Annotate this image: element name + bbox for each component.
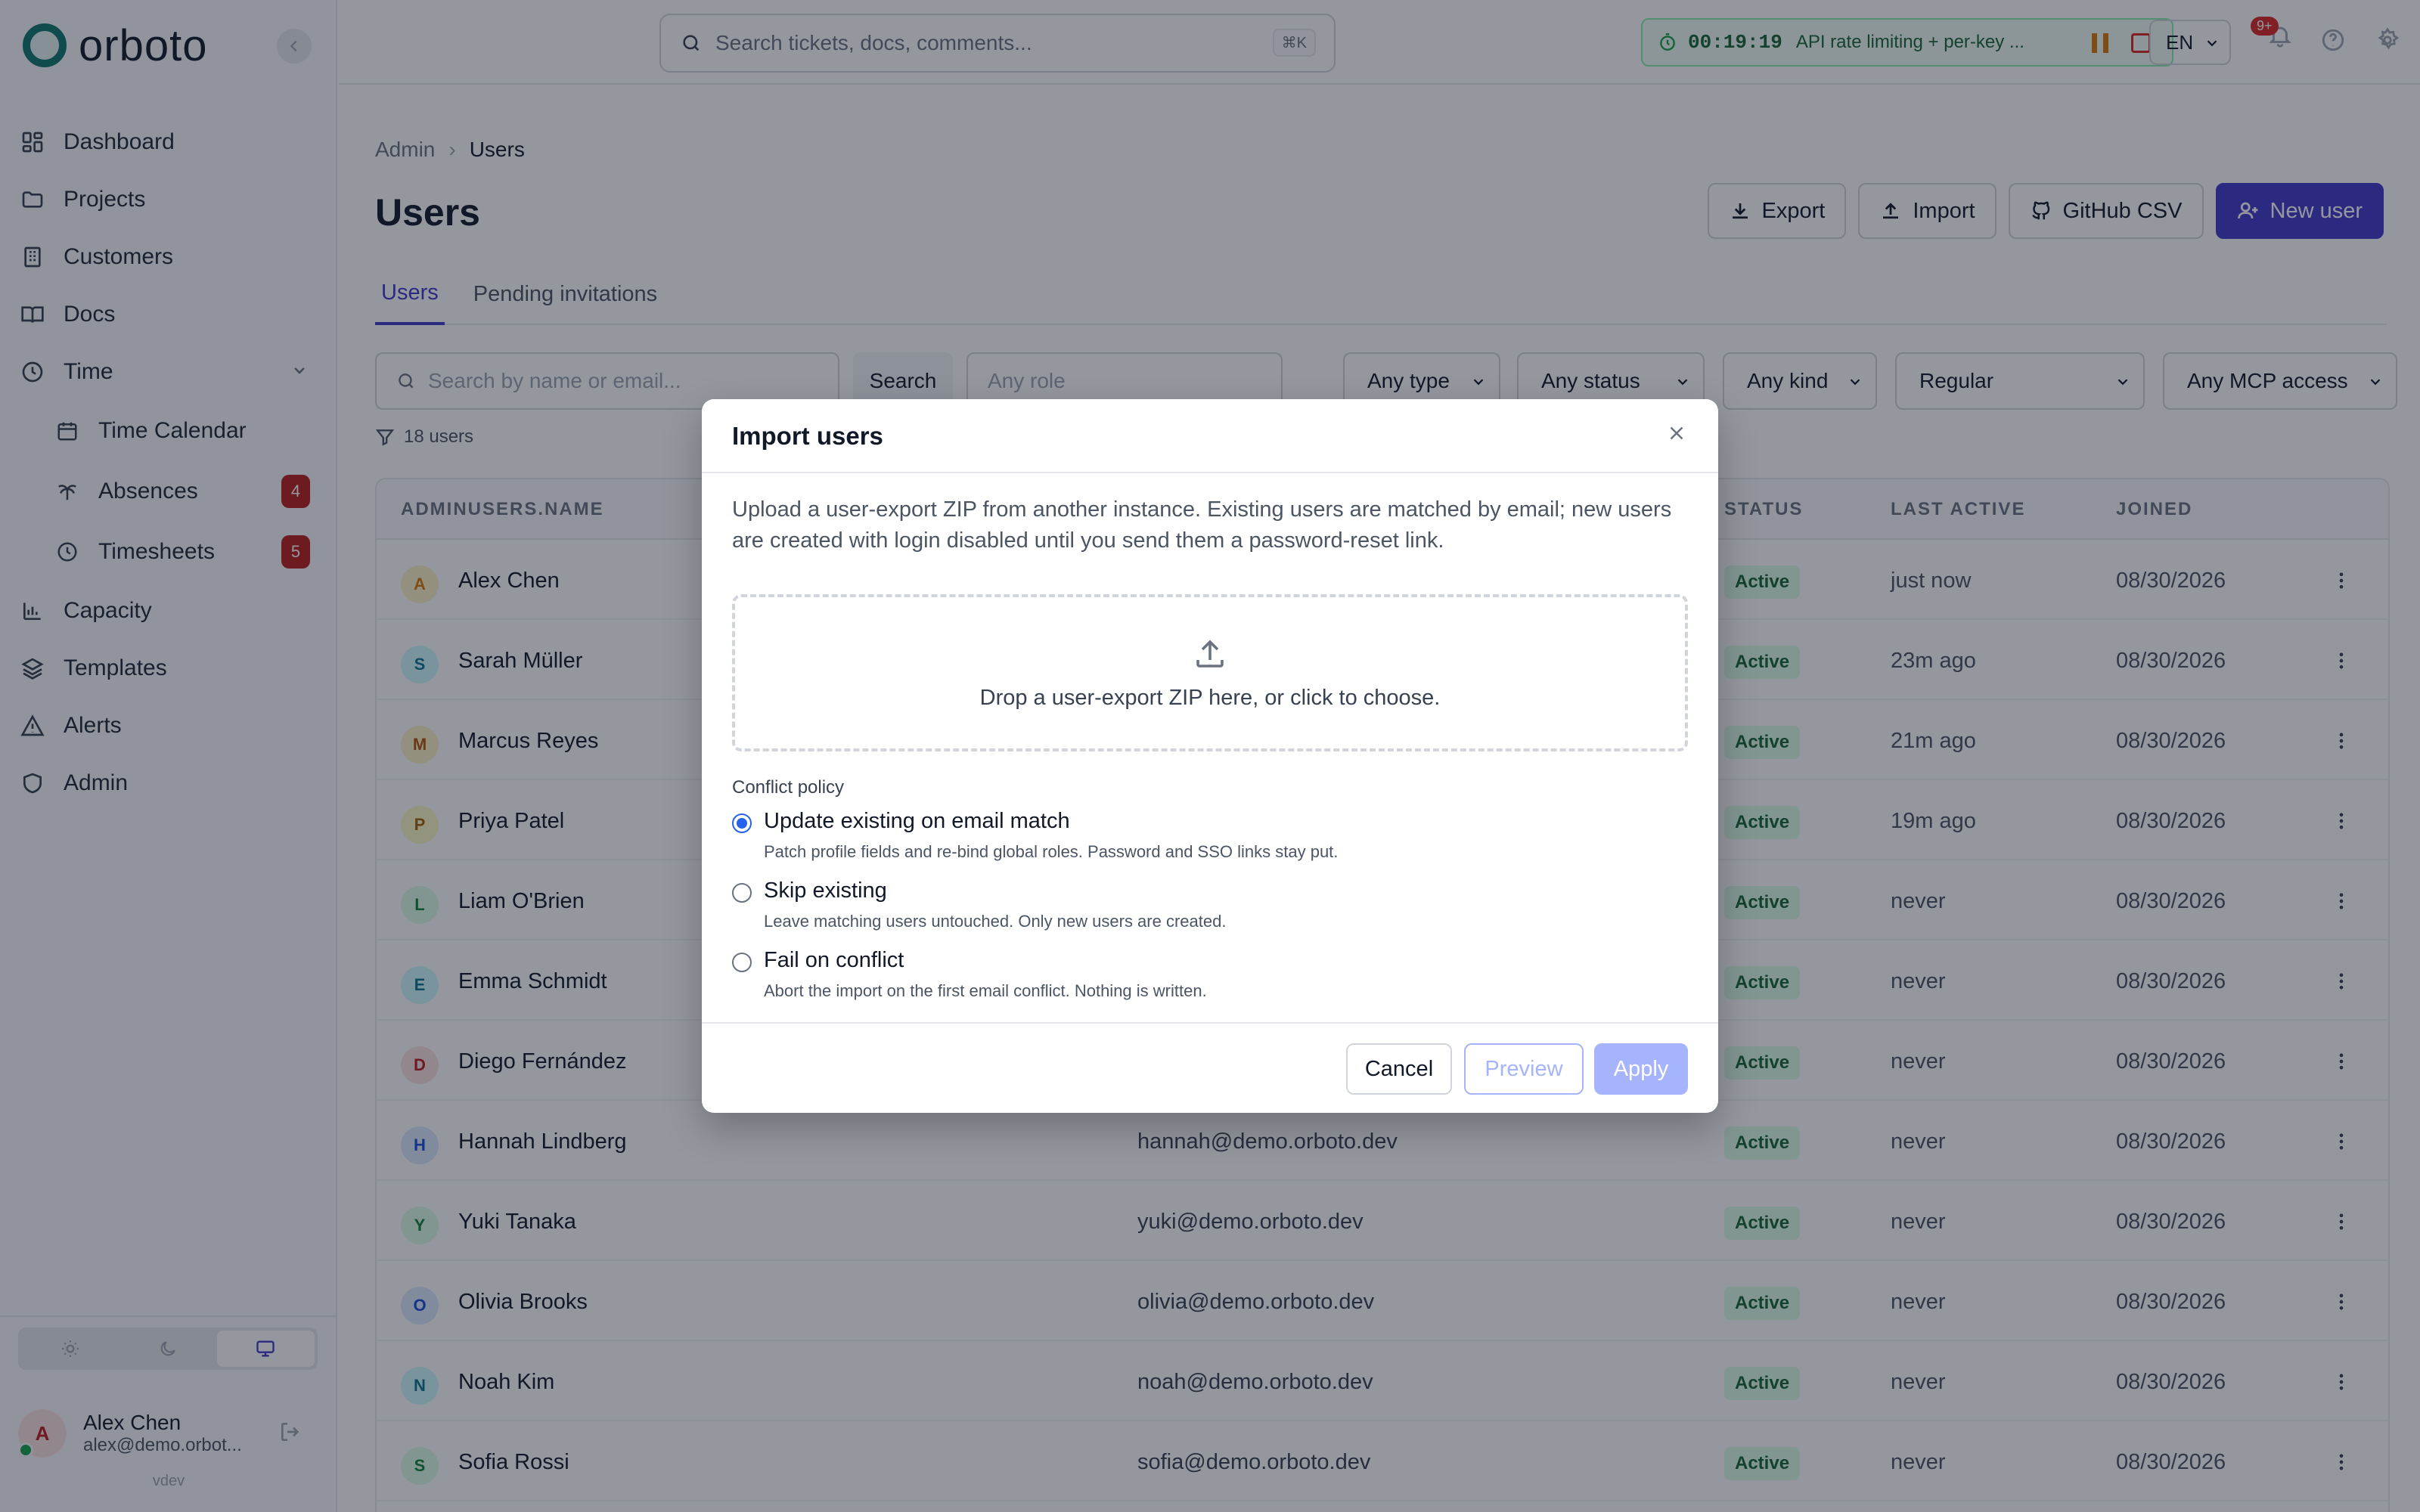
cancel-button[interactable]: Cancel — [1346, 1043, 1452, 1095]
dialog-title: Import users — [732, 422, 883, 450]
radio-fail-on-conflict[interactable] — [732, 953, 752, 972]
import-users-dialog: Import users Upload a user-export ZIP fr… — [702, 399, 1718, 1113]
close-icon[interactable] — [1665, 422, 1688, 448]
conflict-policy-label: Conflict policy — [732, 777, 845, 798]
zip-dropzone[interactable]: Drop a user-export ZIP here, or click to… — [732, 594, 1688, 751]
option-title: Fail on conflict — [764, 948, 904, 972]
dropzone-text: Drop a user-export ZIP here, or click to… — [979, 685, 1441, 710]
option-description: Abort the import on the first email conf… — [764, 981, 1207, 1000]
conflict-option-skip[interactable]: Skip existing Leave matching users untou… — [732, 878, 1688, 937]
dialog-footer: Cancel Preview Apply — [702, 1022, 1718, 1113]
option-title: Skip existing — [764, 878, 887, 903]
option-title: Update existing on email match — [764, 809, 1070, 833]
preview-button[interactable]: Preview — [1464, 1043, 1584, 1095]
conflict-option-update[interactable]: Update existing on email match Patch pro… — [732, 809, 1688, 868]
upload-icon — [1196, 639, 1224, 668]
radio-update-existing[interactable] — [732, 813, 752, 833]
apply-button[interactable]: Apply — [1594, 1043, 1688, 1095]
radio-skip-existing[interactable] — [732, 883, 752, 903]
dialog-description: Upload a user-export ZIP from another in… — [732, 497, 1672, 553]
dialog-header: Import users — [702, 399, 1718, 473]
option-description: Patch profile fields and re-bind global … — [764, 842, 1339, 861]
conflict-option-fail[interactable]: Fail on conflict Abort the import on the… — [732, 948, 1688, 1007]
option-description: Leave matching users untouched. Only new… — [764, 912, 1227, 931]
dialog-body: Upload a user-export ZIP from another in… — [732, 494, 1688, 1007]
